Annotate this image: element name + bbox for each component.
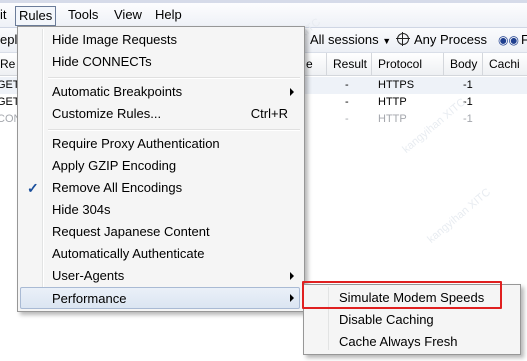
chevron-down-icon: ▼ — [382, 36, 392, 46]
session-protocol: HTTP — [378, 96, 407, 108]
menu-item-label: Performance — [52, 291, 127, 306]
checkmark-icon: ✓ — [27, 180, 39, 196]
session-body: -1 — [463, 113, 473, 125]
menu-item-disable-caching[interactable]: Disable Caching — [306, 309, 516, 331]
col-header-caching[interactable]: Cachi — [482, 53, 527, 75]
col-header-result-code[interactable]: Re — [0, 53, 15, 75]
sessions-filter-button[interactable]: All sessions ▼ — [310, 32, 391, 49]
menu-item-label: Hide CONNECTs — [52, 54, 152, 69]
menu-item-label: Cache Always Fresh — [339, 334, 458, 349]
crosshair-icon — [396, 32, 410, 46]
menu-item-label: Customize Rules... — [52, 106, 162, 121]
menu-item-label: Request Japanese Content — [52, 224, 210, 239]
menu-separator — [48, 129, 300, 131]
session-result: - — [345, 96, 349, 108]
menu-item-label: Apply GZIP Encoding — [52, 158, 177, 173]
menu-item-label: Hide 304s — [52, 202, 111, 217]
menu-item-remove-all-encodings[interactable]: ✓ Remove All Encodings — [20, 177, 300, 199]
menu-item-hide-connects[interactable]: Hide CONNECTs — [20, 51, 300, 73]
watermark: kangyihan XITC — [425, 186, 493, 246]
sessions-filter-label: All sessions — [310, 32, 379, 47]
session-protocol: HTTP — [378, 113, 407, 125]
process-filter-label: Any Process — [414, 32, 487, 47]
col-header-body[interactable]: Body — [443, 53, 482, 75]
col-header-protocol[interactable]: Protocol — [371, 53, 443, 75]
session-result: - — [345, 79, 349, 91]
menu-tools[interactable]: Tools — [68, 7, 98, 23]
menu-item-auto-authenticate[interactable]: Automatically Authenticate — [20, 243, 300, 265]
menu-item-apply-gzip[interactable]: Apply GZIP Encoding — [20, 155, 300, 177]
menu-item-hide-image-requests[interactable]: Hide Image Requests — [20, 29, 300, 51]
menu-item-label: Automatically Authenticate — [52, 246, 205, 261]
binoculars-icon: ◉◉ — [498, 33, 519, 47]
submenu-arrow-icon — [290, 88, 294, 96]
menu-item-cache-always-fresh[interactable]: Cache Always Fresh — [306, 331, 516, 353]
menu-item-customize-rules[interactable]: Customize Rules... Ctrl+R — [20, 103, 300, 125]
find-label: Fi — [520, 32, 527, 47]
menu-separator — [48, 77, 300, 79]
menu-bar: it Rules Tools View Help — [0, 3, 527, 28]
menu-item-user-agents[interactable]: User-Agents — [20, 265, 300, 287]
menu-help[interactable]: Help — [155, 7, 182, 23]
process-filter-button[interactable]: Any Process — [396, 32, 487, 48]
session-body: -1 — [463, 79, 473, 91]
submenu-arrow-icon — [290, 272, 294, 280]
menu-item-hide-304s[interactable]: Hide 304s — [20, 199, 300, 221]
menu-edit[interactable]: it — [0, 7, 7, 23]
highlight-annotation-box — [302, 281, 502, 309]
menu-item-automatic-breakpoints[interactable]: Automatic Breakpoints — [20, 81, 300, 103]
replay-button[interactable]: epl — [0, 32, 17, 48]
menu-item-label: Disable Caching — [339, 312, 434, 327]
menu-item-shortcut: Ctrl+R — [250, 106, 288, 121]
rules-dropdown-menu: Hide Image Requests Hide CONNECTs Automa… — [17, 26, 305, 312]
session-result: - — [345, 113, 349, 125]
menu-item-require-proxy-auth[interactable]: Require Proxy Authentication — [20, 133, 300, 155]
menu-item-label: User-Agents — [52, 268, 125, 283]
menu-item-label: Automatic Breakpoints — [52, 84, 183, 99]
menu-item-request-japanese[interactable]: Request Japanese Content — [20, 221, 300, 243]
menu-rules[interactable]: Rules — [15, 6, 57, 26]
menu-item-performance[interactable]: Performance — [20, 287, 300, 309]
session-protocol: HTTPS — [378, 79, 415, 91]
menu-item-label: Require Proxy Authentication — [52, 136, 220, 151]
find-button[interactable]: ◉◉Fi — [498, 32, 527, 48]
submenu-arrow-icon — [290, 294, 294, 302]
col-header-result[interactable]: Result — [326, 53, 371, 75]
menu-item-label: Remove All Encodings — [52, 180, 183, 195]
menu-view[interactable]: View — [114, 7, 142, 23]
menu-item-label: Hide Image Requests — [52, 32, 178, 47]
